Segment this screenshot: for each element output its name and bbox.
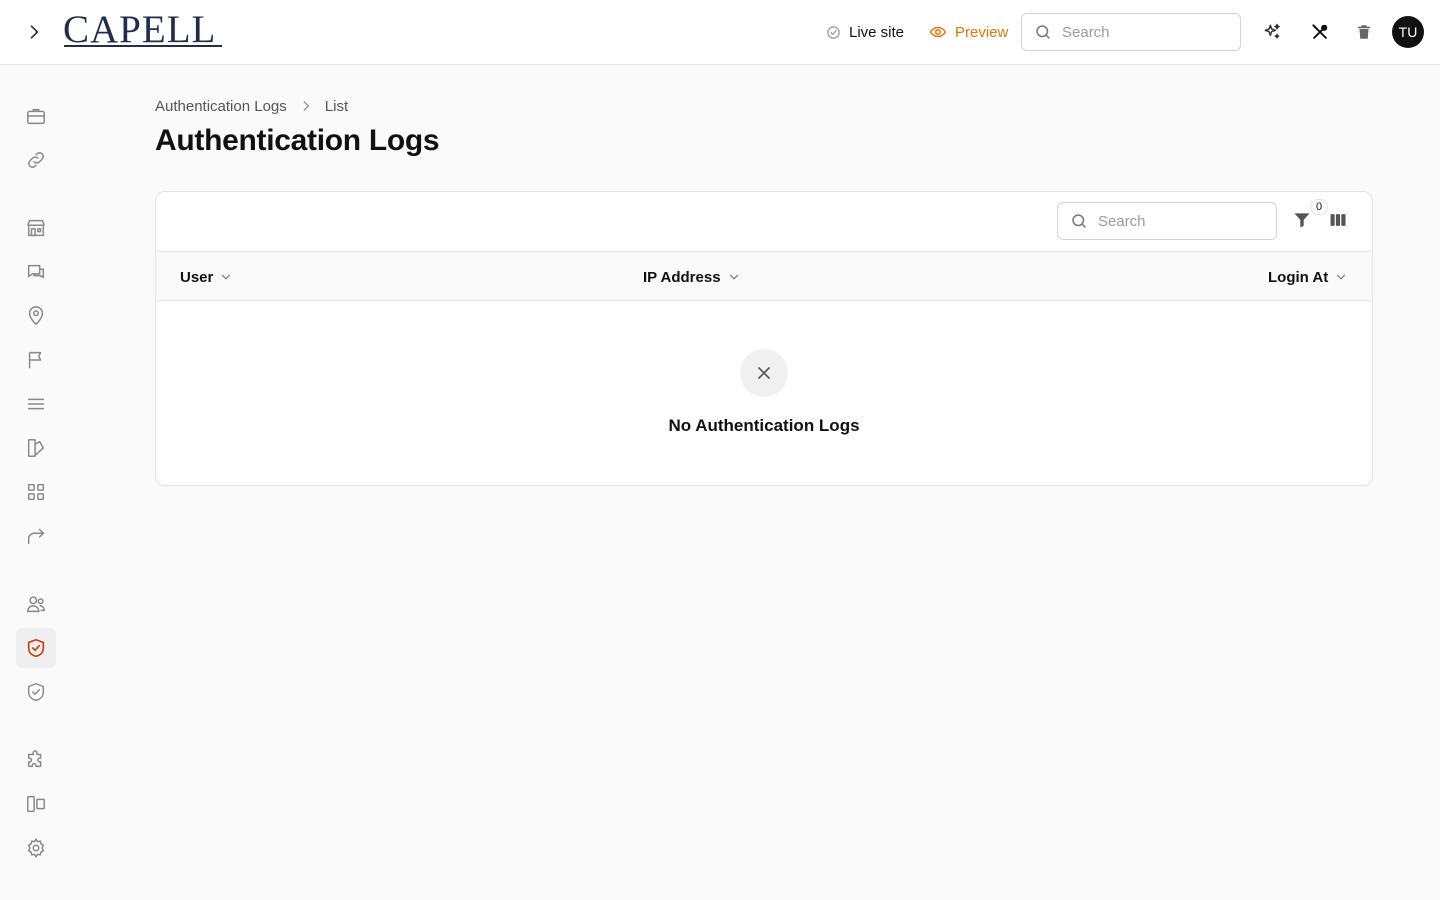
check-circle-icon	[827, 25, 840, 39]
logo-underline	[64, 45, 222, 47]
search-icon	[1036, 25, 1050, 39]
sidebar-item-plugins[interactable]	[16, 740, 56, 780]
column-header-ip-address[interactable]: IP Address	[643, 267, 741, 287]
sidebar-item-briefcase[interactable]	[16, 96, 56, 136]
columns-button[interactable]	[1326, 208, 1350, 232]
gear-icon	[27, 837, 45, 859]
swatch-icon	[27, 439, 45, 457]
chevron-right-icon	[303, 101, 309, 111]
trash-button[interactable]	[1350, 18, 1378, 46]
tools-icon	[1312, 24, 1328, 39]
column-header-user[interactable]: User	[180, 267, 233, 287]
sidebar-toggle-button[interactable]	[20, 18, 48, 46]
live-site-label: Live site	[849, 23, 905, 41]
redirect-icon	[27, 528, 45, 545]
shield-check-icon	[27, 638, 45, 658]
sidebar-item-themes[interactable]	[16, 428, 56, 468]
sidebar	[0, 65, 72, 900]
breadcrumb: Authentication Logs List	[155, 96, 348, 116]
chevron-down-icon	[222, 274, 231, 280]
sidebar-item-settings[interactable]	[16, 828, 56, 868]
column-header-label: User	[180, 268, 214, 286]
chat-icon	[27, 264, 45, 279]
shield-check-icon	[27, 683, 45, 701]
chevron-right-icon	[30, 25, 39, 39]
sidebar-item-security[interactable]	[16, 672, 56, 712]
top-bar: CAPELL Live site Preview TU	[0, 0, 1440, 65]
empty-state-message: No Authentication Logs	[668, 416, 860, 435]
layout-icon	[27, 795, 45, 813]
table-card: 0 User IP Address Login At No Authentica…	[155, 191, 1373, 486]
sidebar-item-redirects[interactable]	[16, 516, 56, 556]
table-header: User IP Address Login At	[156, 252, 1372, 301]
sidebar-item-flags[interactable]	[16, 340, 56, 380]
breadcrumb-list: List	[324, 97, 349, 115]
column-header-label: IP Address	[643, 268, 721, 286]
users-icon	[27, 596, 45, 613]
sidebar-item-layouts[interactable]	[16, 784, 56, 824]
sidebar-item-blocks[interactable]	[16, 472, 56, 512]
briefcase-icon	[27, 108, 45, 125]
sidebar-item-users[interactable]	[16, 584, 56, 624]
sidebar-item-authentication-logs[interactable]	[16, 628, 56, 668]
column-header-label: Login At	[1268, 268, 1329, 286]
logo[interactable]: CAPELL	[63, 10, 216, 50]
live-site-link[interactable]: Live site	[826, 20, 904, 44]
filter-icon	[1294, 213, 1310, 228]
table-search	[1057, 202, 1277, 240]
sidebar-item-links[interactable]	[16, 140, 56, 180]
search-icon	[1072, 214, 1086, 228]
map-pin-icon	[28, 306, 44, 326]
chevron-down-icon	[729, 274, 738, 280]
table-toolbar: 0	[156, 192, 1372, 252]
empty-state-icon-wrap	[740, 349, 788, 397]
table-search-input[interactable]	[1098, 212, 1248, 230]
preview-link[interactable]: Preview	[929, 20, 1008, 44]
sidebar-item-chat[interactable]	[16, 252, 56, 292]
columns-icon	[1330, 214, 1346, 226]
global-search-input[interactable]	[1062, 23, 1212, 41]
avatar[interactable]: TU	[1392, 16, 1424, 48]
chevron-down-icon	[1337, 274, 1346, 280]
flag-icon	[28, 351, 42, 369]
sidebar-item-menus[interactable]	[16, 384, 56, 424]
trash-icon	[1358, 25, 1370, 39]
global-search	[1021, 13, 1241, 51]
column-header-login-at[interactable]: Login At	[1268, 267, 1348, 287]
page-title: Authentication Logs	[155, 124, 440, 157]
sidebar-item-store[interactable]	[16, 208, 56, 248]
puzzle-icon	[27, 750, 42, 768]
menu-lines-icon	[27, 398, 45, 410]
link-icon	[28, 152, 44, 168]
sparkles-icon	[1264, 23, 1280, 39]
eye-icon	[929, 26, 947, 38]
tools-button[interactable]	[1306, 18, 1334, 46]
sidebar-item-locations[interactable]	[16, 296, 56, 336]
ai-sparkles-button[interactable]	[1258, 18, 1286, 46]
preview-label: Preview	[955, 23, 1009, 41]
grid-icon	[27, 483, 45, 501]
filter-button[interactable]	[1290, 208, 1314, 232]
store-icon	[27, 219, 45, 237]
close-icon	[758, 367, 770, 379]
breadcrumb-authentication-logs[interactable]: Authentication Logs	[155, 98, 287, 115]
